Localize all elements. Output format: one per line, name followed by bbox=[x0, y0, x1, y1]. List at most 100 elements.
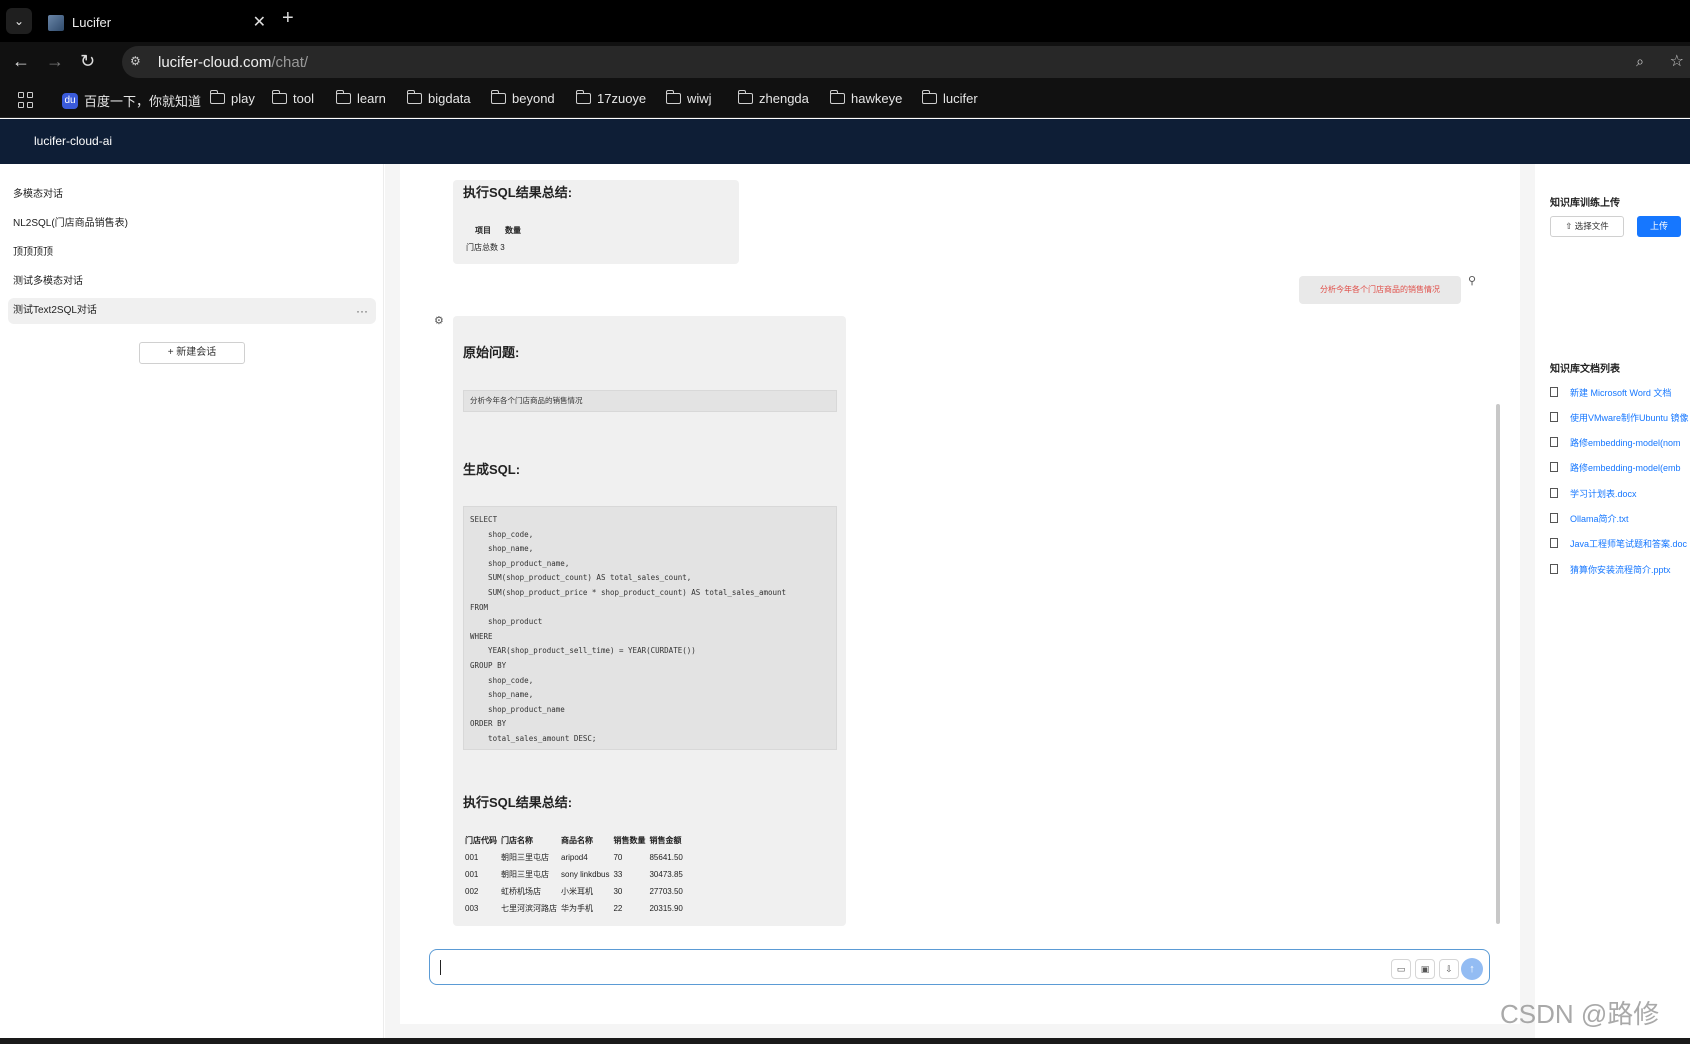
upload-section-title: 知识库训练上传 bbox=[1550, 198, 1620, 209]
baidu-icon: du bbox=[62, 92, 78, 109]
file-icon bbox=[1550, 488, 1558, 498]
upload-icon[interactable]: ⇩ bbox=[1439, 959, 1459, 979]
conversation-label: NL2SQL(门店商品销售表) bbox=[13, 218, 129, 229]
bookmark-folder-wiwj[interactable]: wiwj bbox=[665, 90, 712, 106]
tab-favicon-icon bbox=[48, 15, 64, 31]
user-message: 分析今年各个门店商品的销售情况 bbox=[1299, 276, 1461, 304]
table-cell: 003 bbox=[465, 904, 479, 913]
forward-icon[interactable]: → bbox=[46, 51, 64, 72]
new-tab-icon[interactable]: + bbox=[282, 7, 294, 30]
original-question-box: 分析今年各个门店商品的销售情况 bbox=[463, 390, 837, 412]
table-row: 001 朝阳三里屯店 sony linkdbus 33 30473.85 bbox=[463, 866, 685, 883]
url-text: lucifer-cloud.com/chat/ bbox=[158, 54, 309, 71]
doc-item[interactable]: 学习计划表.docx bbox=[1550, 487, 1690, 500]
table-cell: 30 bbox=[613, 887, 623, 896]
table-cell: 70 bbox=[613, 853, 623, 862]
tab-title: Lucifer bbox=[72, 15, 112, 30]
conversation-label: 多模态对话 bbox=[13, 189, 63, 200]
folder-icon bbox=[829, 90, 845, 104]
conversation-item[interactable]: 测试多模态对话 bbox=[8, 269, 376, 295]
table-cell: 朝阳三里屯店 bbox=[501, 853, 549, 862]
back-icon[interactable]: ← bbox=[12, 51, 30, 72]
bookmark-folder-tool[interactable]: tool bbox=[271, 90, 314, 106]
chat-input[interactable]: ▭ ▣ ⇩ ↑ bbox=[429, 949, 1490, 985]
send-button[interactable]: ↑ bbox=[1461, 958, 1483, 980]
bookmark-folder-lucifer[interactable]: lucifer bbox=[921, 90, 978, 106]
folder-icon bbox=[335, 90, 351, 104]
user-avatar-icon: ⚲ bbox=[1468, 275, 1477, 287]
bookmark-star-icon[interactable]: ☆ bbox=[1670, 51, 1684, 71]
folder-icon bbox=[737, 90, 753, 104]
table-header-cell: 项目 bbox=[475, 226, 491, 235]
conversation-item[interactable]: NL2SQL(门店商品销售表) bbox=[8, 211, 376, 237]
choose-file-button[interactable]: ⇧ 选择文件 bbox=[1550, 216, 1624, 237]
table-cell: 001 bbox=[465, 853, 479, 862]
bookmark-folder-17zuoye[interactable]: 17zuoye bbox=[575, 90, 646, 106]
bookmark-folder-bigdata[interactable]: bigdata bbox=[406, 90, 471, 106]
image-icon[interactable]: ▣ bbox=[1415, 959, 1435, 979]
address-bar[interactable]: ⚙ lucifer-cloud.com/chat/ ⌕ ☆ bbox=[122, 46, 1690, 78]
taskbar-strip bbox=[0, 1038, 1690, 1044]
conversation-item[interactable]: 顶顶顶顶 bbox=[8, 240, 376, 266]
file-icon bbox=[1550, 513, 1558, 523]
new-chat-button[interactable]: + 新建会话 bbox=[139, 342, 245, 364]
site-info-icon[interactable]: ⚙ bbox=[130, 54, 146, 70]
table-header-cell: 门店代码 bbox=[465, 836, 497, 845]
bot-avatar-icon: ⚙ bbox=[434, 315, 444, 327]
conversation-label: 测试多模态对话 bbox=[13, 276, 83, 287]
file-icon bbox=[1550, 462, 1558, 472]
folder-icon bbox=[575, 90, 591, 104]
table-cell: 22 bbox=[613, 904, 623, 913]
upload-icon: ⇧ bbox=[1565, 221, 1575, 231]
doc-item[interactable]: 猜算你安装流程简介.pptx bbox=[1550, 563, 1690, 576]
zoom-icon[interactable]: ⌕ bbox=[1636, 53, 1644, 70]
doc-item[interactable]: 路修embedding-model(emb bbox=[1550, 461, 1690, 474]
upload-button[interactable]: 上传 bbox=[1637, 216, 1681, 237]
reload-icon[interactable]: ↻ bbox=[80, 51, 95, 72]
file-icon bbox=[1550, 564, 1558, 574]
table-header-cell: 商品名称 bbox=[561, 836, 593, 845]
doc-item[interactable]: 新建 Microsoft Word 文档 bbox=[1550, 386, 1690, 399]
tab-search-chevron-icon[interactable]: ⌄ bbox=[6, 8, 32, 34]
bookmark-baidu[interactable]: du 百度一下，你就知道 bbox=[62, 91, 201, 110]
doc-item[interactable]: Java工程师笔试题和答案.doc bbox=[1550, 537, 1690, 550]
tab-close-icon[interactable]: ✕ bbox=[253, 12, 266, 32]
conversation-sidebar: 多模态对话 NL2SQL(门店商品销售表) 顶顶顶顶 测试多模态对话 测试Tex… bbox=[0, 164, 384, 1044]
table-row: 003 七里河滨河路店 华为手机 22 20315.90 bbox=[463, 900, 685, 917]
conversation-label: 测试Text2SQL对话 bbox=[13, 305, 97, 316]
table-header-row: 门店代码 门店名称 商品名称 销售数量 销售金额 bbox=[463, 832, 685, 849]
video-icon[interactable]: ▭ bbox=[1391, 959, 1411, 979]
app-header: lucifer-cloud-ai bbox=[0, 119, 1690, 164]
original-question-heading: 原始问题: bbox=[463, 345, 520, 360]
browser-tab[interactable]: Lucifer ✕ bbox=[36, 4, 276, 42]
table-cell: 85641.50 bbox=[649, 853, 683, 862]
table-cell: 七里河滨河路店 bbox=[501, 904, 557, 913]
bookmarks-bar: du 百度一下，你就知道 play tool learn bigdata beyo… bbox=[0, 82, 1690, 118]
doc-item[interactable]: 使用VMware制作Ubuntu 镜像 bbox=[1550, 411, 1690, 424]
bot-message-previous: 执行SQL结果总结: 项目 数量 门店总数 3 bbox=[453, 180, 739, 264]
bookmark-folder-beyond[interactable]: beyond bbox=[490, 90, 555, 106]
table-cell: 虹桥机场店 bbox=[501, 887, 541, 896]
bookmark-folder-hawkeye[interactable]: hawkeye bbox=[829, 90, 902, 106]
folder-icon bbox=[490, 90, 506, 104]
text-caret bbox=[440, 960, 441, 975]
bookmark-folder-learn[interactable]: learn bbox=[335, 90, 386, 106]
result-table: 门店代码 门店名称 商品名称 销售数量 销售金额 001 朝阳三里屯店 arip… bbox=[463, 832, 685, 917]
doc-item[interactable]: 路修embedding-model(nom bbox=[1550, 436, 1690, 449]
conversation-item[interactable]: 多模态对话 bbox=[8, 182, 376, 208]
more-options-icon[interactable]: ··· bbox=[356, 298, 368, 324]
bookmark-folder-play[interactable]: play bbox=[209, 90, 255, 106]
browser-tab-bar: ⌄ Lucifer ✕ + bbox=[0, 0, 1690, 42]
bookmark-folder-zhengda[interactable]: zhengda bbox=[737, 90, 809, 106]
chat-input-field[interactable] bbox=[444, 958, 1344, 978]
file-icon bbox=[1550, 387, 1558, 397]
table-cell: 30473.85 bbox=[649, 870, 683, 879]
conversation-item-active[interactable]: 测试Text2SQL对话 ··· bbox=[8, 298, 376, 324]
generated-sql-heading: 生成SQL: bbox=[463, 462, 521, 477]
table-header-cell: 数量 bbox=[505, 226, 521, 235]
apps-grid-icon[interactable] bbox=[18, 92, 34, 108]
chat-scrollbar[interactable] bbox=[1496, 404, 1500, 924]
table-cell: sony linkdbus bbox=[561, 870, 610, 879]
app-title[interactable]: lucifer-cloud-ai bbox=[34, 134, 112, 148]
doc-item[interactable]: Ollama简介.txt bbox=[1550, 512, 1690, 525]
